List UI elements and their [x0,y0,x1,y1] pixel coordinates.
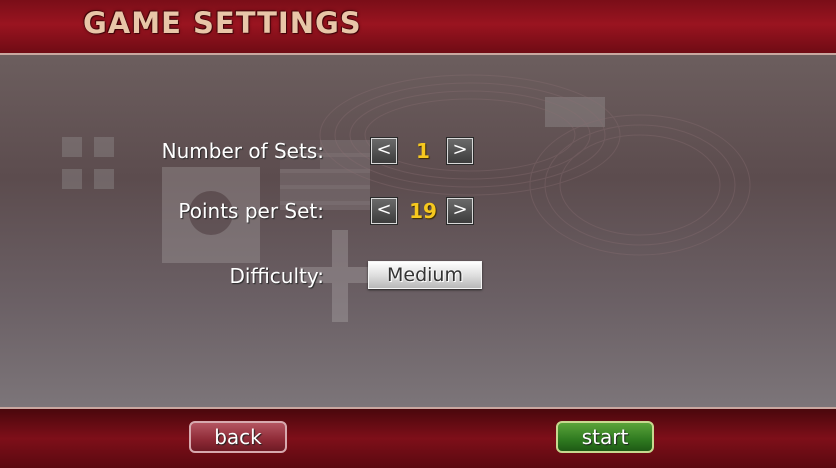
difficulty-label: Difficulty: [229,264,324,288]
footer-bar [0,409,836,468]
flags-background-decoration [62,74,751,322]
points-label: Points per Set: [178,199,324,223]
points-value: 19 [409,199,437,223]
sets-increase-button[interactable]: > [447,138,473,164]
header-bar: GAME SETTINGS [0,0,836,54]
sets-value: 1 [416,139,430,163]
sets-label: Number of Sets: [161,139,324,163]
difficulty-button[interactable]: Medium [368,261,482,289]
settings-panel [0,55,836,407]
sets-decrease-button[interactable]: < [371,138,397,164]
points-decrease-button[interactable]: < [371,198,397,224]
start-button[interactable]: start [556,421,654,453]
page-title: GAME SETTINGS [83,6,362,40]
back-button[interactable]: back [189,421,287,453]
points-increase-button[interactable]: > [447,198,473,224]
